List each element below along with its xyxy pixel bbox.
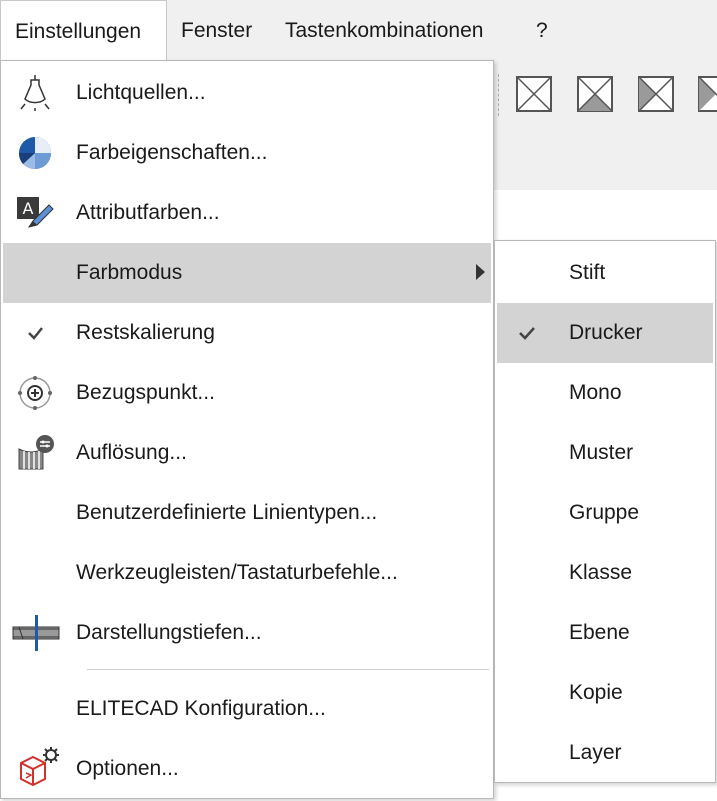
menu-item-linientypen[interactable]: Benutzerdefinierte Linientypen... <box>3 483 491 543</box>
submenu-item-label: Gruppe <box>569 501 640 524</box>
view-frame-icon[interactable] <box>516 76 552 112</box>
checkmark-icon <box>519 327 535 340</box>
menu-item-label: Farbmodus <box>76 261 183 284</box>
menu-item-lichtquellen[interactable]: Lichtquellen... <box>3 63 491 123</box>
menu-item-label: Attributfarben... <box>76 201 220 224</box>
menu-item-label: Darstellungstiefen... <box>76 621 262 644</box>
menu-tastenkombinationen[interactable]: Tastenkombinationen <box>271 0 497 60</box>
farbmodus-submenu: Stift Drucker Mono Muster Gruppe Klasse … <box>494 240 716 783</box>
settings-dropdown-menu: Lichtquellen... Farbeigenschaften... A A… <box>0 60 494 799</box>
options-cube-gear-icon <box>20 747 59 787</box>
menu-separator <box>87 669 489 670</box>
submenu-item-mono[interactable]: Mono <box>497 363 713 423</box>
reference-point-icon <box>18 376 52 410</box>
svg-text:A: A <box>23 199 34 218</box>
color-wheel-icon <box>18 137 51 170</box>
menu-item-label: Farbeigenschaften... <box>76 141 268 164</box>
menu-item-farbeigenschaften[interactable]: Farbeigenschaften... <box>3 123 491 183</box>
menu-item-farbmodus[interactable]: Farbmodus <box>3 243 491 303</box>
menu-item-aufloesung[interactable]: Auflösung... <box>3 423 491 483</box>
view-bottom-icon[interactable] <box>577 76 613 112</box>
submenu-item-muster[interactable]: Muster <box>497 423 713 483</box>
submenu-item-label: Klasse <box>569 561 633 584</box>
text-pencil-icon: A <box>17 197 54 228</box>
submenu-arrow-icon <box>476 264 485 280</box>
menu-item-label: Lichtquellen... <box>76 81 206 104</box>
submenu-item-stift[interactable]: Stift <box>497 243 713 303</box>
menu-einstellungen[interactable]: Einstellungen <box>0 0 167 61</box>
submenu-item-label: Layer <box>569 741 622 764</box>
menu-item-label: Bezugspunkt... <box>76 381 215 404</box>
depth-layers-icon <box>12 615 60 651</box>
menu-help[interactable]: ? <box>522 0 562 60</box>
submenu-item-label: Mono <box>569 381 622 404</box>
view-left-icon[interactable] <box>638 76 674 112</box>
submenu-item-label: Ebene <box>569 621 630 644</box>
menu-item-bezugspunkt[interactable]: Bezugspunkt... <box>3 363 491 423</box>
submenu-item-drucker[interactable]: Drucker <box>497 303 713 363</box>
menu-item-attributfarben[interactable]: A Attributfarben... <box>3 183 491 243</box>
submenu-item-layer[interactable]: Layer <box>497 723 713 783</box>
light-bulb-icon <box>20 75 50 111</box>
menu-item-label: Restskalierung <box>76 321 215 344</box>
menu-item-label: Auflösung... <box>76 441 187 464</box>
submenu-item-gruppe[interactable]: Gruppe <box>497 483 713 543</box>
submenu-item-label: Muster <box>569 441 634 464</box>
submenu-item-label: Kopie <box>569 681 623 704</box>
menu-fenster[interactable]: Fenster <box>167 0 266 60</box>
menu-item-elitecad-konfiguration[interactable]: ELITECAD Konfiguration... <box>3 679 491 739</box>
submenu-item-label: Stift <box>569 261 606 284</box>
view-right-icon[interactable] <box>698 76 717 112</box>
menu-item-optionen[interactable]: Optionen... <box>3 739 491 799</box>
menu-bar: Einstellungen Fenster Tastenkombinatione… <box>0 0 717 61</box>
resolution-icon <box>18 435 54 470</box>
menu-item-label: Werkzeugleisten/Tastaturbefehle... <box>76 561 398 584</box>
submenu-item-klasse[interactable]: Klasse <box>497 543 713 603</box>
menu-item-label: Optionen... <box>76 757 179 780</box>
submenu-item-label: Drucker <box>569 321 643 344</box>
menu-item-werkzeugleisten[interactable]: Werkzeugleisten/Tastaturbefehle... <box>3 543 491 603</box>
submenu-item-ebene[interactable]: Ebene <box>497 603 713 663</box>
menu-item-darstellungstiefen[interactable]: Darstellungstiefen... <box>3 603 491 663</box>
menu-item-label: ELITECAD Konfiguration... <box>76 697 326 720</box>
submenu-item-kopie[interactable]: Kopie <box>497 663 713 723</box>
checkmark-icon <box>28 327 43 340</box>
menu-item-restskalierung[interactable]: Restskalierung <box>3 303 491 363</box>
toolbar-separator <box>498 74 499 116</box>
menu-item-label: Benutzerdefinierte Linientypen... <box>76 501 378 524</box>
